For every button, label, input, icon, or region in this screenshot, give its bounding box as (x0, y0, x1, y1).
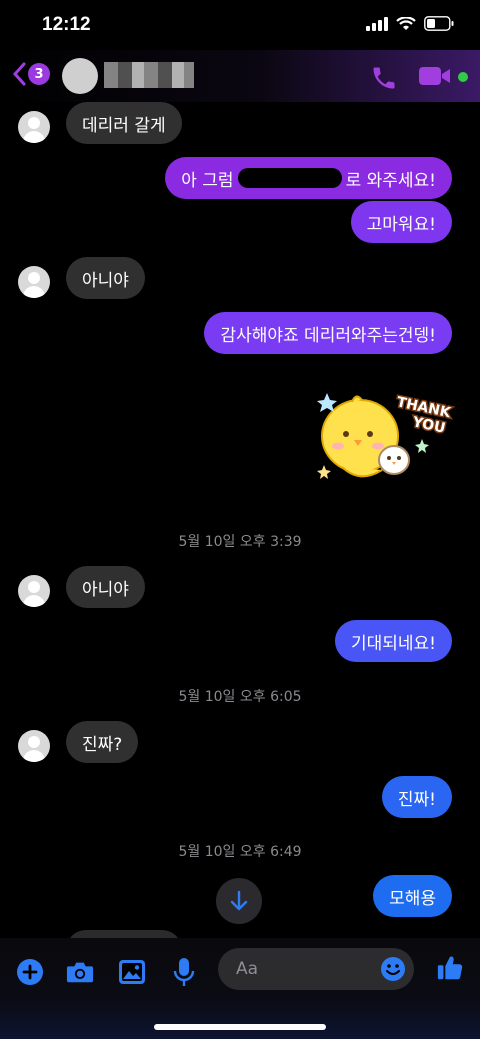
thank-you-sticker[interactable]: THANK YOU (312, 382, 456, 494)
image-icon (119, 960, 145, 984)
message-bubble-outgoing[interactable]: 기대되네요! (334, 620, 452, 662)
scroll-to-bottom-button[interactable] (216, 878, 262, 924)
contact-avatar[interactable] (62, 58, 98, 94)
redacted-text (237, 168, 342, 188)
chick-sticker-icon: THANK YOU (317, 393, 455, 479)
status-icons (366, 16, 454, 31)
online-indicator (458, 72, 468, 82)
message-bubble-outgoing[interactable]: 모해용 (373, 875, 452, 917)
voice-call-button[interactable] (370, 64, 398, 96)
like-button[interactable] (436, 954, 464, 982)
message-text: 아 그럼 (181, 170, 234, 191)
signal-icon (366, 16, 388, 31)
message-bubble-incoming[interactable]: 아니야 (66, 566, 145, 608)
sender-avatar[interactable] (18, 266, 50, 298)
composer-bar: Aa (0, 938, 480, 1039)
sender-avatar[interactable] (18, 575, 50, 607)
contact-name-redacted[interactable] (104, 62, 194, 88)
arrow-down-icon (230, 890, 248, 911)
message-text: 로 와주세요! (345, 170, 436, 191)
status-bar: 12:12 (0, 0, 480, 50)
video-call-button[interactable] (418, 64, 452, 92)
video-camera-icon (419, 67, 450, 85)
message-input-placeholder: Aa (236, 959, 259, 979)
emoji-icon (381, 957, 405, 981)
microphone-icon (173, 958, 195, 986)
sender-avatar[interactable] (18, 111, 50, 143)
back-chevron-icon (12, 62, 26, 86)
message-bubble-outgoing[interactable]: 진짜! (381, 776, 452, 818)
message-bubble-incoming[interactable]: 진짜? (66, 721, 139, 763)
thumbs-up-icon (437, 956, 463, 980)
message-bubble-outgoing[interactable]: 아 그럼 로 와주세요! (165, 157, 452, 199)
emoji-button[interactable] (380, 956, 406, 986)
timestamp: 5월 10일 오후 6:49 (178, 844, 302, 860)
timestamp: 5월 10일 오후 6:05 (178, 689, 302, 705)
sender-avatar[interactable] (18, 730, 50, 762)
unread-badge: 3 (28, 63, 50, 85)
phone-icon (373, 67, 395, 89)
camera-button[interactable] (66, 958, 94, 986)
battery-icon (424, 16, 454, 31)
message-bubble-outgoing[interactable]: 고마워요! (350, 201, 452, 243)
message-bubble-incoming[interactable]: 데리러 갈게 (66, 102, 182, 144)
plus-icon (17, 959, 43, 985)
gallery-button[interactable] (118, 958, 146, 986)
timestamp: 5월 10일 오후 3:39 (178, 534, 302, 550)
camera-icon (66, 962, 94, 983)
message-input[interactable]: Aa (218, 948, 414, 990)
status-time: 12:12 (42, 14, 91, 35)
voice-message-button[interactable] (170, 958, 198, 986)
back-button[interactable]: 3 (12, 62, 50, 86)
wifi-icon (396, 16, 416, 30)
message-bubble-incoming[interactable]: 아니야 (66, 257, 145, 299)
chat-header: 3 (0, 50, 480, 102)
more-actions-button[interactable] (16, 958, 44, 986)
home-indicator (154, 1024, 326, 1030)
message-bubble-outgoing[interactable]: 감사해야죠 데리러와주는건뎅! (204, 312, 452, 354)
